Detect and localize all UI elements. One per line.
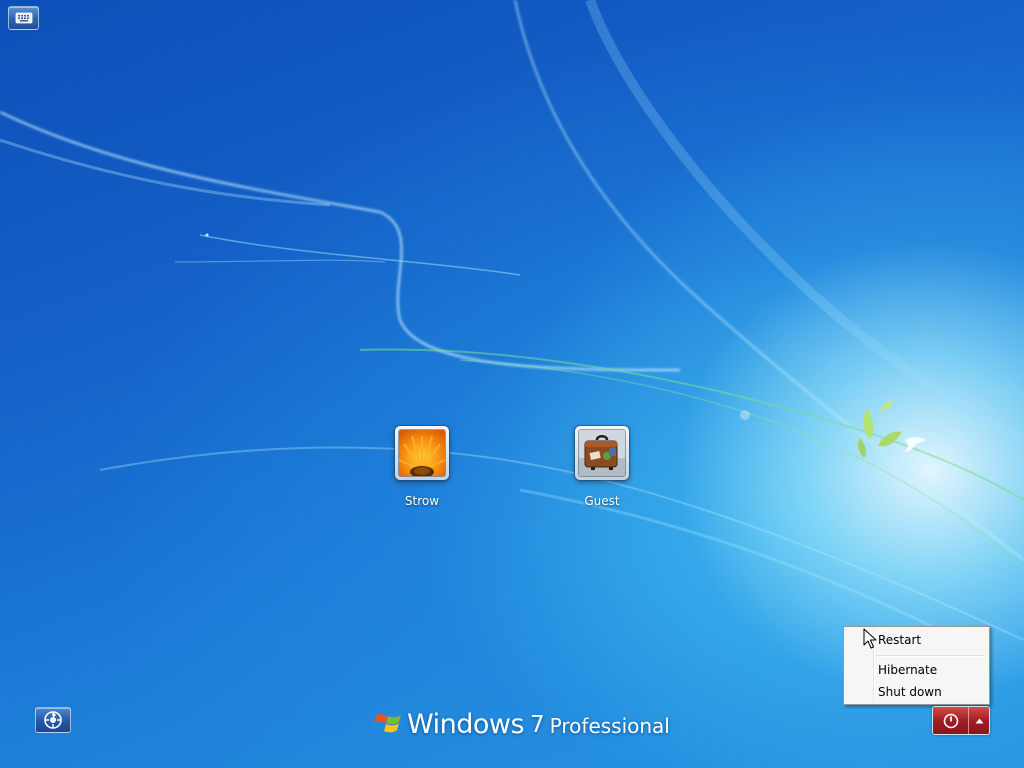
- ease-of-access-button[interactable]: [35, 707, 71, 733]
- user-tile-strow[interactable]: Strow: [382, 426, 462, 508]
- logon-screen: Strow Guest Windows 7 Professional Resta…: [0, 0, 1024, 768]
- on-screen-keyboard-button[interactable]: [8, 6, 39, 30]
- mouse-cursor-icon: [863, 628, 877, 649]
- flower-picture: [399, 430, 445, 476]
- user-picture-frame: [395, 426, 449, 480]
- user-picture: [578, 429, 626, 477]
- user-tile-guest[interactable]: Guest: [562, 426, 642, 508]
- user-name-strow: Strow: [404, 494, 440, 508]
- shutdown-options-button[interactable]: [969, 707, 989, 734]
- chevron-up-icon: [975, 718, 983, 723]
- ease-of-access-icon: [44, 711, 62, 729]
- windows-logo-icon: [374, 714, 401, 733]
- menu-item-hibernate[interactable]: Hibernate: [847, 660, 986, 680]
- brand-windows: Windows: [407, 709, 525, 740]
- brand-version: 7: [530, 712, 545, 738]
- menu-item-shut-down[interactable]: Shut down: [847, 682, 986, 702]
- user-name-guest: Guest: [584, 494, 620, 508]
- user-picture-frame: [575, 426, 629, 480]
- windows-branding: Windows 7 Professional: [374, 704, 670, 740]
- power-icon: [943, 713, 958, 728]
- brand-edition: Professional: [549, 714, 670, 738]
- suitcase-picture: [579, 430, 625, 476]
- menu-separator: [876, 655, 985, 657]
- shut-down-button[interactable]: [933, 707, 969, 734]
- user-picture: [398, 429, 446, 477]
- keyboard-icon: [15, 12, 32, 24]
- power-button-group: [932, 706, 990, 735]
